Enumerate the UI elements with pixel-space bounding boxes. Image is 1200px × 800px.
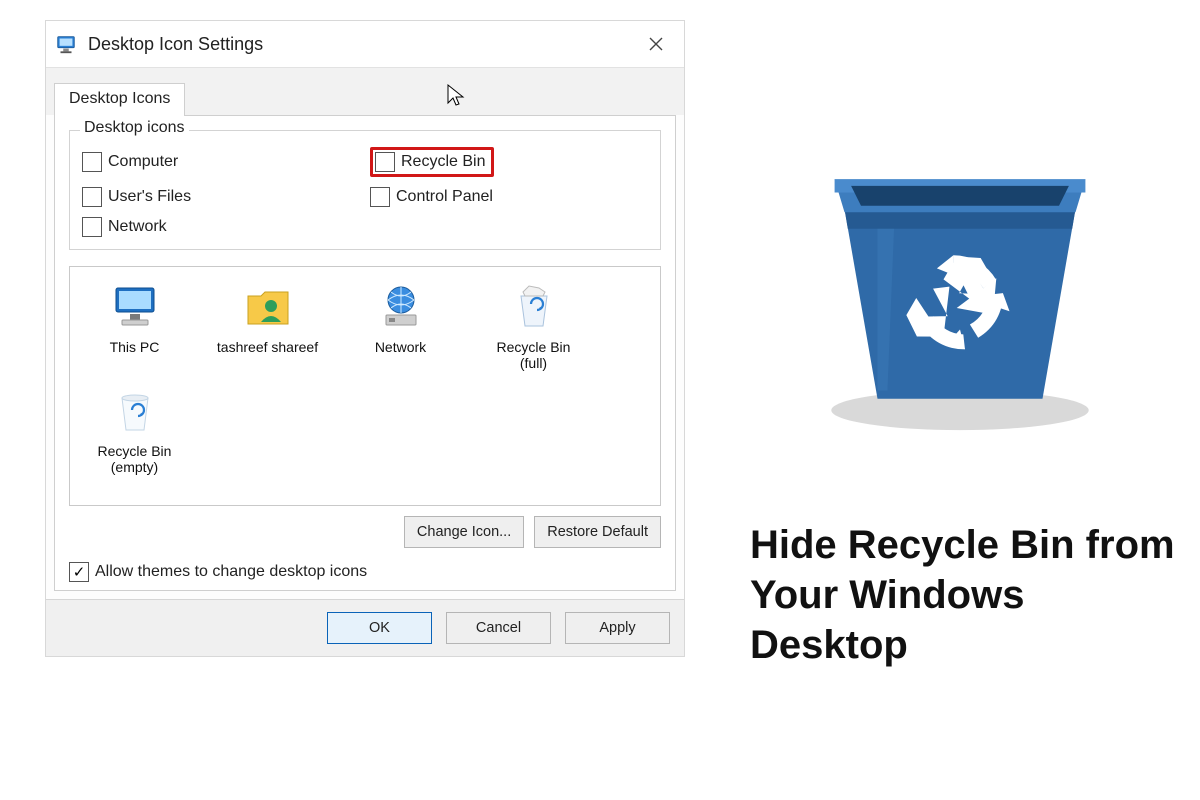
icon-recycle-bin-full[interactable]: Recycle Bin (full)	[481, 279, 586, 371]
checkbox-label: Control Panel	[396, 188, 493, 206]
checkbox-label: Network	[108, 218, 167, 236]
checkbox-icon	[69, 562, 89, 582]
icon-label: Recycle Bin (empty)	[82, 443, 187, 475]
icon-recycle-bin-empty[interactable]: Recycle Bin (empty)	[82, 383, 187, 475]
computer-icon	[107, 279, 163, 335]
icon-label: tashreef shareef	[217, 339, 318, 355]
checkbox-label: Computer	[108, 153, 178, 171]
recycle-bin-full-icon	[506, 279, 562, 335]
desktop-icons-group: Desktop icons Computer Recycle Bin	[69, 130, 661, 250]
checkbox-icon	[375, 152, 395, 172]
icon-label: This PC	[110, 339, 160, 355]
icon-label: Recycle Bin (full)	[481, 339, 586, 371]
checkbox-icon	[82, 217, 102, 237]
recycle-bin-highlight: Recycle Bin	[370, 147, 494, 177]
cancel-button[interactable]: Cancel	[446, 612, 551, 644]
icon-buttons-row: Change Icon... Restore Default	[69, 516, 661, 548]
group-legend: Desktop icons	[80, 119, 189, 137]
tab-desktop-icons[interactable]: Desktop Icons	[54, 83, 185, 116]
checkbox-allow-themes[interactable]: Allow themes to change desktop icons	[69, 562, 661, 582]
checkbox-icon	[82, 152, 102, 172]
icon-this-pc[interactable]: This PC	[82, 279, 187, 371]
titlebar: Desktop Icon Settings	[46, 21, 684, 67]
network-icon	[373, 279, 429, 335]
icon-label: Network	[375, 339, 426, 355]
checkbox-icon	[370, 187, 390, 207]
icon-user-folder[interactable]: tashreef shareef	[215, 279, 320, 371]
close-button[interactable]	[636, 24, 676, 64]
icon-network[interactable]: Network	[348, 279, 453, 371]
checkbox-users-files[interactable]: User's Files	[82, 187, 360, 207]
tab-body: Desktop icons Computer Recycle Bin	[54, 115, 676, 591]
apply-button[interactable]: Apply	[565, 612, 670, 644]
checkbox-label: Allow themes to change desktop icons	[95, 563, 367, 581]
checkbox-computer[interactable]: Computer	[82, 147, 360, 177]
hero-graphic	[760, 110, 1160, 440]
checkbox-label: User's Files	[108, 188, 191, 206]
change-icon-button[interactable]: Change Icon...	[404, 516, 524, 548]
checkbox-recycle-bin[interactable]: Recycle Bin	[375, 152, 485, 172]
checkbox-label: Recycle Bin	[401, 153, 485, 171]
recycle-bin-empty-icon	[107, 383, 163, 439]
user-folder-icon	[240, 279, 296, 335]
checkbox-icon	[82, 187, 102, 207]
desktop-icon-settings-dialog: Desktop Icon Settings Desktop Icons Desk…	[45, 20, 685, 657]
checkbox-network[interactable]: Network	[82, 217, 360, 237]
tabstrip: Desktop Icons	[46, 67, 684, 115]
app-icon	[54, 32, 78, 56]
recycle-bin-icon	[795, 110, 1125, 440]
dialog-title: Desktop Icon Settings	[88, 34, 636, 55]
checkbox-control-panel[interactable]: Control Panel	[370, 187, 648, 207]
restore-default-button[interactable]: Restore Default	[534, 516, 661, 548]
hero-headline: Hide Recycle Bin from Your Windows Deskt…	[750, 520, 1180, 670]
icon-preview-box: This PC tashreef shareef	[69, 266, 661, 506]
ok-button[interactable]: OK	[327, 612, 432, 644]
dialog-footer: OK Cancel Apply	[46, 599, 684, 656]
